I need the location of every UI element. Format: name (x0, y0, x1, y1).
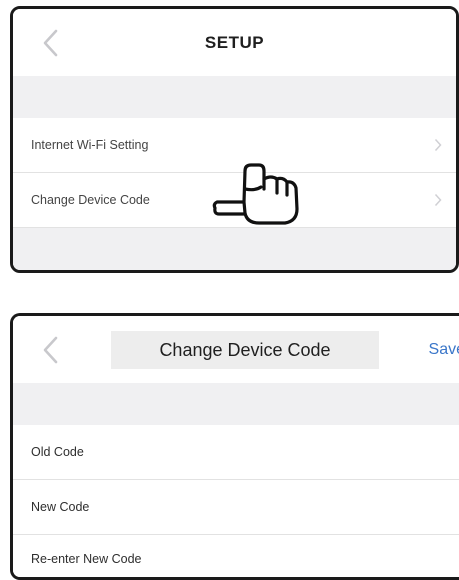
change-code-navbar: Change Device Code Save (13, 316, 459, 383)
field-label: New Code (31, 500, 90, 514)
setup-screen: SETUP Internet Wi-Fi Setting Change Devi… (10, 6, 459, 273)
save-button[interactable]: Save (429, 316, 459, 383)
old-code-field[interactable]: Old Code (13, 425, 459, 480)
section-spacer (13, 76, 456, 118)
chevron-right-icon (434, 193, 442, 207)
chevron-right-icon (434, 138, 442, 152)
field-label: Re-enter New Code (31, 552, 142, 566)
reenter-new-code-field[interactable]: Re-enter New Code (13, 535, 459, 577)
menu-item-label: Change Device Code (31, 193, 150, 207)
change-device-code-screen: Change Device Code Save Old Code New Cod… (10, 313, 459, 580)
change-code-title: Change Device Code (111, 331, 379, 369)
menu-item-label: Internet Wi-Fi Setting (31, 138, 149, 152)
section-spacer (13, 228, 456, 270)
field-label: Old Code (31, 445, 84, 459)
new-code-field[interactable]: New Code (13, 480, 459, 535)
setup-navbar: SETUP (13, 9, 456, 76)
section-spacer (13, 383, 459, 425)
instruction-page: SETUP Internet Wi-Fi Setting Change Devi… (0, 0, 459, 580)
chevron-left-icon[interactable] (39, 335, 63, 365)
setup-title: SETUP (204, 33, 265, 52)
pointing-hand-icon (211, 159, 307, 229)
